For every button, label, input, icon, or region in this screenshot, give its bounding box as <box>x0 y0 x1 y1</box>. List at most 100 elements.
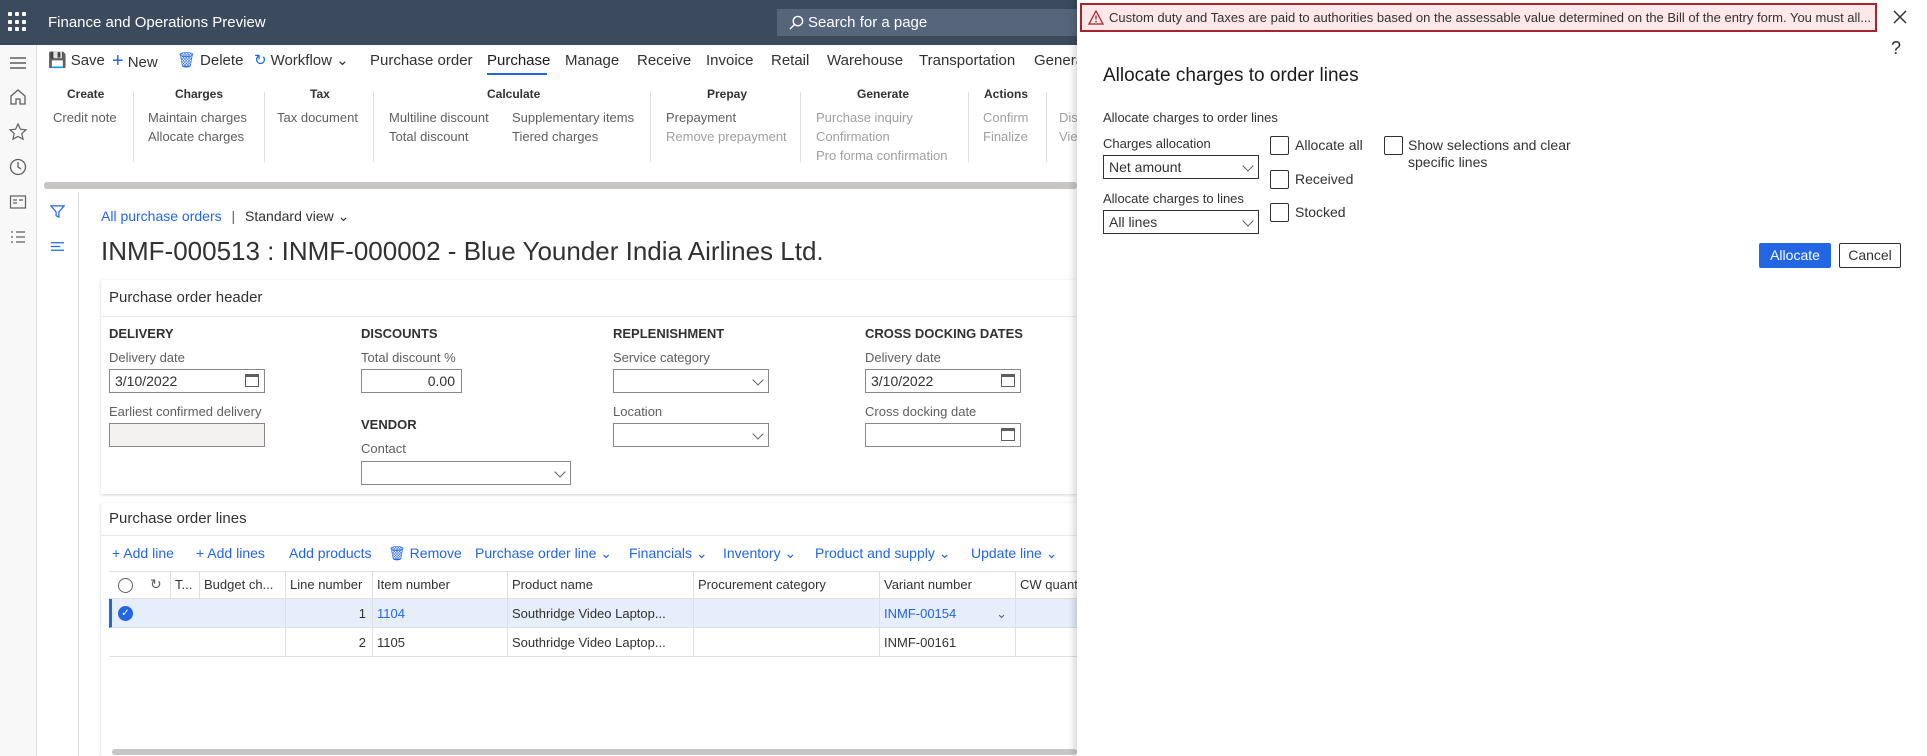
total-discount-field[interactable]: 0.00 <box>361 369 462 393</box>
calendar-icon[interactable] <box>1001 428 1015 441</box>
ribbon-item-truncated[interactable]: Dis <box>1059 110 1078 125</box>
cell-cw-quantity[interactable] <box>1015 628 1077 657</box>
cross-docking-date-field[interactable] <box>865 423 1021 447</box>
add-line-button[interactable]: + Add line <box>112 545 174 561</box>
cell-item-number[interactable]: 1105 <box>372 628 507 657</box>
column-header-type[interactable]: T... <box>170 571 199 599</box>
ribbon-scrollbar[interactable] <box>44 182 1077 189</box>
product-and-supply-menu[interactable]: Product and supply ⌄ <box>815 545 950 562</box>
column-header-line-number[interactable]: Line number <box>285 571 372 599</box>
column-header-procurement-category[interactable]: Procurement category <box>693 571 879 599</box>
workflow-button[interactable]: ↻ Workflow ⌄ <box>254 45 349 77</box>
stocked-checkbox[interactable] <box>1270 203 1289 222</box>
remove-button[interactable]: 🗑 Remove <box>388 545 462 562</box>
tab-retail[interactable]: Retail <box>771 45 809 77</box>
cell-variant-number[interactable]: INMF-00161 <box>879 628 1015 657</box>
purchase-inquiry-button[interactable]: Purchase inquiry <box>816 110 913 125</box>
allocate-to-lines-dropdown[interactable]: All lines <box>1103 210 1259 234</box>
cell-variant-number[interactable]: INMF-00154 ⌄ <box>879 599 1015 628</box>
financials-menu[interactable]: Financials ⌄ <box>629 545 708 562</box>
column-header-variant-number[interactable]: Variant number <box>879 571 1015 599</box>
tab-receive[interactable]: Receive <box>637 45 691 77</box>
cross-delivery-date-field[interactable]: 3/10/2022 <box>865 369 1021 393</box>
multiline-discount-button[interactable]: Multiline discount <box>389 110 489 125</box>
delivery-date-label: Delivery date <box>109 350 185 365</box>
confirmation-button[interactable]: Confirmation <box>816 129 890 144</box>
close-icon[interactable] <box>1893 10 1907 24</box>
inventory-menu[interactable]: Inventory ⌄ <box>723 545 796 562</box>
tab-purchase-order[interactable]: Purchase order <box>370 45 473 77</box>
column-header-cw-quantity[interactable]: CW quant <box>1015 571 1077 599</box>
breadcrumb-all-purchase-orders[interactable]: All purchase orders <box>101 208 222 224</box>
cell-line-number[interactable]: 2 <box>285 628 372 657</box>
allocate-button[interactable]: Allocate <box>1759 243 1831 268</box>
po-header-title[interactable]: Purchase order header <box>109 289 262 306</box>
filter-icon[interactable] <box>50 204 65 219</box>
update-line-menu[interactable]: Update line ⌄ <box>971 545 1057 562</box>
location-dropdown[interactable] <box>613 423 769 447</box>
search-box[interactable]: Search for a page <box>777 9 1077 36</box>
po-lines-title[interactable]: Purchase order lines <box>109 510 247 527</box>
total-discount-button[interactable]: Total discount <box>389 129 469 144</box>
calendar-icon[interactable] <box>245 374 259 387</box>
cell-item-number[interactable]: 1104 <box>372 599 507 628</box>
save-button[interactable]: 💾 Save <box>48 45 105 77</box>
cell-product-name[interactable]: Southridge Video Laptop... <box>507 628 693 657</box>
cell-line-number[interactable]: 1 <box>285 599 372 628</box>
chevron-down-icon[interactable]: ⌄ <box>996 599 1007 628</box>
cell-product-name[interactable]: Southridge Video Laptop... <box>507 599 693 628</box>
calendar-icon[interactable] <box>1001 374 1015 387</box>
list-lines-icon[interactable] <box>50 239 65 254</box>
allocate-all-checkbox[interactable] <box>1270 136 1289 155</box>
column-header-item-number[interactable]: Item number <box>372 571 507 599</box>
tab-warehouse[interactable]: Warehouse <box>827 45 903 77</box>
charges-allocation-dropdown[interactable]: Net amount <box>1103 155 1259 179</box>
show-selections-checkbox[interactable] <box>1384 136 1403 155</box>
home-icon[interactable] <box>8 87 28 107</box>
contact-dropdown[interactable] <box>361 461 571 485</box>
cell-procurement-category[interactable] <box>693 628 879 657</box>
star-icon[interactable] <box>8 122 28 142</box>
tab-manage[interactable]: Manage <box>565 45 619 77</box>
cell-procurement-category[interactable] <box>693 599 879 628</box>
add-lines-button[interactable]: + Add lines <box>196 545 265 561</box>
refresh-icon[interactable]: ↻ <box>150 576 162 593</box>
modules-list-icon[interactable] <box>8 227 28 247</box>
recent-clock-icon[interactable] <box>8 157 28 177</box>
cell-cw-quantity[interactable] <box>1015 599 1077 628</box>
hamburger-icon[interactable] <box>8 53 28 73</box>
purchase-order-line-menu[interactable]: Purchase order line ⌄ <box>475 545 612 562</box>
chevron-down-icon <box>554 466 566 478</box>
workspaces-icon[interactable] <box>8 192 28 212</box>
column-header-product-name[interactable]: Product name <box>507 571 693 599</box>
tax-document-button[interactable]: Tax document <box>277 110 358 125</box>
ribbon-item-truncated[interactable]: Vie <box>1059 129 1078 144</box>
finalize-button[interactable]: Finalize <box>983 129 1028 144</box>
grid-scrollbar[interactable] <box>112 749 1077 755</box>
divider <box>1046 92 1047 162</box>
delete-button[interactable]: 🗑 Delete <box>177 45 243 77</box>
service-category-dropdown[interactable] <box>613 369 769 393</box>
view-selector[interactable]: Standard view <box>245 208 334 224</box>
app-launcher-icon[interactable] <box>8 12 28 32</box>
tab-transportation[interactable]: Transportation <box>919 45 1015 77</box>
credit-note-button[interactable]: Credit note <box>53 110 117 125</box>
pro-forma-confirmation-button[interactable]: Pro forma confirmation <box>816 148 948 163</box>
confirm-button[interactable]: Confirm <box>983 110 1029 125</box>
select-all-radio[interactable] <box>118 578 133 593</box>
maintain-charges-button[interactable]: Maintain charges <box>148 110 247 125</box>
received-checkbox[interactable] <box>1270 170 1289 189</box>
prepayment-button[interactable]: Prepayment <box>666 110 736 125</box>
allocate-charges-button[interactable]: Allocate charges <box>148 129 244 144</box>
tiered-charges-button[interactable]: Tiered charges <box>512 129 598 144</box>
tab-invoice[interactable]: Invoice <box>706 45 754 77</box>
remove-prepayment-button[interactable]: Remove prepayment <box>666 129 787 144</box>
column-header-budget-check[interactable]: Budget ch... <box>199 571 285 599</box>
add-products-button[interactable]: Add products <box>289 545 372 561</box>
supplementary-items-button[interactable]: Supplementary items <box>512 110 634 125</box>
row-selected-check-icon[interactable]: ✓ <box>118 606 133 621</box>
help-icon[interactable]: ? <box>1891 38 1901 59</box>
cancel-button[interactable]: Cancel <box>1839 243 1901 268</box>
new-button[interactable]: + New <box>112 45 158 77</box>
delivery-date-field[interactable]: 3/10/2022 <box>109 369 265 393</box>
